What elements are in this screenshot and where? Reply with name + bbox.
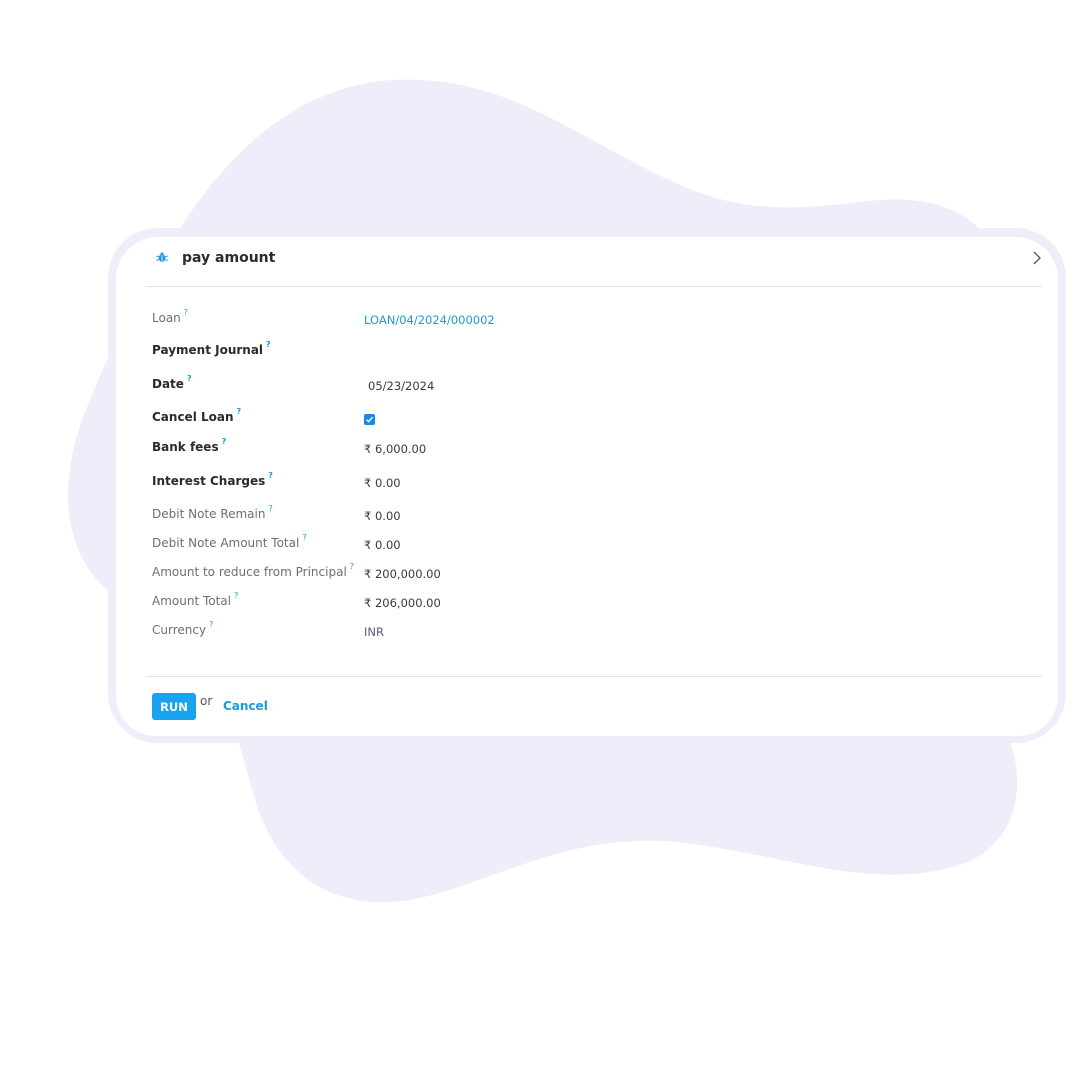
- field-label: Date?: [152, 374, 192, 391]
- help-marker[interactable]: ?: [209, 620, 213, 629]
- field-debit-note-remain: Debit Note Remain? ₹ 0.00: [152, 504, 1032, 527]
- help-marker[interactable]: ?: [184, 308, 188, 317]
- dialog-header: pay amount: [146, 237, 1042, 287]
- footer-divider: [146, 676, 1042, 677]
- help-marker[interactable]: ?: [187, 374, 192, 383]
- debit-note-remain-value: ₹ 0.00: [364, 509, 401, 523]
- date-input[interactable]: 05/23/2024: [368, 379, 434, 393]
- interest-charges-input[interactable]: ₹ 0.00: [364, 476, 401, 490]
- field-amount-total: Amount Total? ₹ 206,000.00: [152, 591, 1032, 614]
- field-label: Currency?: [152, 620, 214, 637]
- help-marker[interactable]: ?: [222, 437, 227, 446]
- field-label: Loan?: [152, 308, 189, 325]
- or-text: or: [200, 694, 213, 708]
- field-label: Amount Total?: [152, 591, 239, 608]
- field-payment-journal: Payment Journal?: [152, 340, 1032, 363]
- field-label: Interest Charges?: [152, 471, 273, 488]
- help-marker[interactable]: ?: [302, 533, 306, 542]
- checkmark-icon: [366, 416, 374, 423]
- debit-note-amount-total-value: ₹ 0.00: [364, 538, 401, 552]
- pay-amount-dialog: pay amount Loan? LOAN/04/2024/000002 Pay…: [116, 237, 1058, 736]
- field-label: Debit Note Amount Total?: [152, 533, 307, 550]
- amount-to-reduce-value: ₹ 200,000.00: [364, 567, 441, 581]
- field-currency: Currency? INR: [152, 620, 1032, 643]
- run-button[interactable]: RUN: [152, 693, 196, 720]
- field-interest-charges: Interest Charges? ₹ 0.00: [152, 471, 1032, 494]
- help-marker[interactable]: ?: [234, 591, 238, 600]
- field-label: Debit Note Remain?: [152, 504, 273, 521]
- cancel-loan-checkbox[interactable]: [364, 414, 375, 425]
- cancel-button[interactable]: Cancel: [223, 699, 268, 713]
- help-marker[interactable]: ?: [268, 471, 273, 480]
- help-marker[interactable]: ?: [268, 504, 272, 513]
- field-label: Bank fees?: [152, 437, 227, 454]
- field-label: Amount to reduce from Principal?: [152, 562, 355, 579]
- help-marker[interactable]: ?: [350, 562, 354, 571]
- amount-total-value: ₹ 206,000.00: [364, 596, 441, 610]
- bank-fees-input[interactable]: ₹ 6,000.00: [364, 442, 426, 456]
- currency-value: INR: [364, 625, 384, 639]
- field-amount-to-reduce: Amount to reduce from Principal? ₹ 200,0…: [152, 562, 1032, 585]
- chevron-right-icon[interactable]: [1032, 251, 1042, 265]
- field-label: Cancel Loan?: [152, 407, 242, 424]
- field-debit-note-amount-total: Debit Note Amount Total? ₹ 0.00: [152, 533, 1032, 556]
- field-cancel-loan: Cancel Loan?: [152, 407, 1032, 430]
- field-bank-fees: Bank fees? ₹ 6,000.00: [152, 437, 1032, 460]
- help-marker[interactable]: ?: [237, 407, 242, 416]
- help-marker[interactable]: ?: [266, 340, 271, 349]
- bug-icon: [156, 252, 168, 262]
- dialog-title: pay amount: [182, 250, 276, 266]
- field-loan: Loan? LOAN/04/2024/000002: [152, 308, 1032, 331]
- loan-link[interactable]: LOAN/04/2024/000002: [364, 313, 495, 327]
- field-label: Payment Journal?: [152, 340, 271, 357]
- field-date: Date? 05/23/2024: [152, 374, 1032, 397]
